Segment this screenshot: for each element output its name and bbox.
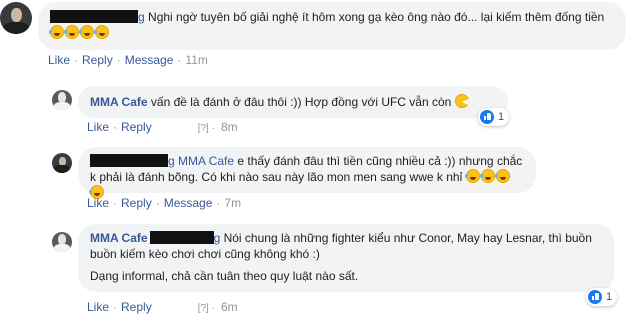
comment-actions: Like · Reply · Message · 7m [87,196,242,210]
avatar[interactable] [0,2,32,34]
tagged-page[interactable]: MMA Cafe [178,154,234,168]
rofl-emoji-icon [494,169,510,183]
rofl-emoji-icon [94,25,109,39]
comment-actions: Like · Reply [?] · 6m [87,300,238,314]
comment-author[interactable]: MMA Cafe [90,231,148,245]
timestamp[interactable]: 6m [221,300,238,314]
rofl-emoji-icon [49,25,64,39]
avatar[interactable] [52,90,72,110]
rofl-emoji-icon [64,25,79,39]
reply-link[interactable]: Reply [121,300,152,314]
comment-actions: Like · Reply · Message · 11m [48,53,208,67]
message-link[interactable]: Message [125,53,174,67]
redacted-name [149,231,214,244]
avatar[interactable] [52,153,72,173]
comment-bubble: MMA Cafe vấn đề là đánh ở đâu thôi :)) H… [78,86,508,118]
rofl-emoji-icon [479,169,495,183]
comment-author[interactable]: MMA Cafe [90,95,148,109]
comment-actions: Like · Reply [?] · 8m [87,120,238,134]
comment-3: g MMA Cafe e thấy đánh đâu thì tiền cũng… [0,145,626,210]
reaction-count[interactable]: 1 [478,108,510,126]
rofl-emoji-icon [464,169,480,183]
comment-1: g Nghi ngờ tuyên bố giải nghệ ít hôm xon… [0,0,626,70]
tag-fragment: g [213,231,221,245]
comment-bubble: MMA Cafe g Nói chung là những fighter kiể… [78,224,614,292]
like-icon [480,110,494,124]
comment-4: MMA Cafe g Nói chung là những fighter kiể… [0,224,626,320]
comment-2: MMA Cafe vấn đề là đánh ở đâu thôi :)) H… [0,84,626,134]
like-link[interactable]: Like [87,300,109,314]
like-link[interactable]: Like [87,196,109,210]
pacman-emoji-icon [454,94,469,108]
redacted-name [50,10,138,23]
reaction-count[interactable]: 1 [586,288,618,306]
comment-bubble: g MMA Cafe e thấy đánh đâu thì tiền cũng… [78,147,536,199]
comment-text: vấn đề là đánh ở đâu thôi :)) Hợp đồng v… [150,95,452,109]
like-link[interactable]: Like [87,120,109,134]
tag-fragment: g [168,154,175,168]
redacted-name [90,154,168,167]
rofl-emoji-icon [79,25,94,39]
timestamp[interactable]: 7m [224,196,241,210]
emoji-group [49,25,110,40]
translation-hint[interactable]: [?] · [198,123,215,134]
timestamp[interactable]: 11m [185,53,207,67]
like-icon [588,290,602,304]
like-link[interactable]: Like [48,53,70,67]
reply-link[interactable]: Reply [82,53,113,67]
comment-bubble: g Nghi ngờ tuyên bố giải nghệ ít hôm xon… [38,2,626,50]
translation-hint[interactable]: [?] · [198,303,215,314]
comment-text: Nghi ngờ tuyên bố giải nghệ ít hôm xong … [148,10,605,24]
comment-text-second-paragraph: Dạng informal, chả cần tuân theo quy luậ… [90,269,359,283]
message-link[interactable]: Message [164,196,213,210]
timestamp[interactable]: 8m [221,120,238,134]
avatar[interactable] [52,232,72,252]
reply-link[interactable]: Reply [121,120,152,134]
reply-link[interactable]: Reply [121,196,152,210]
